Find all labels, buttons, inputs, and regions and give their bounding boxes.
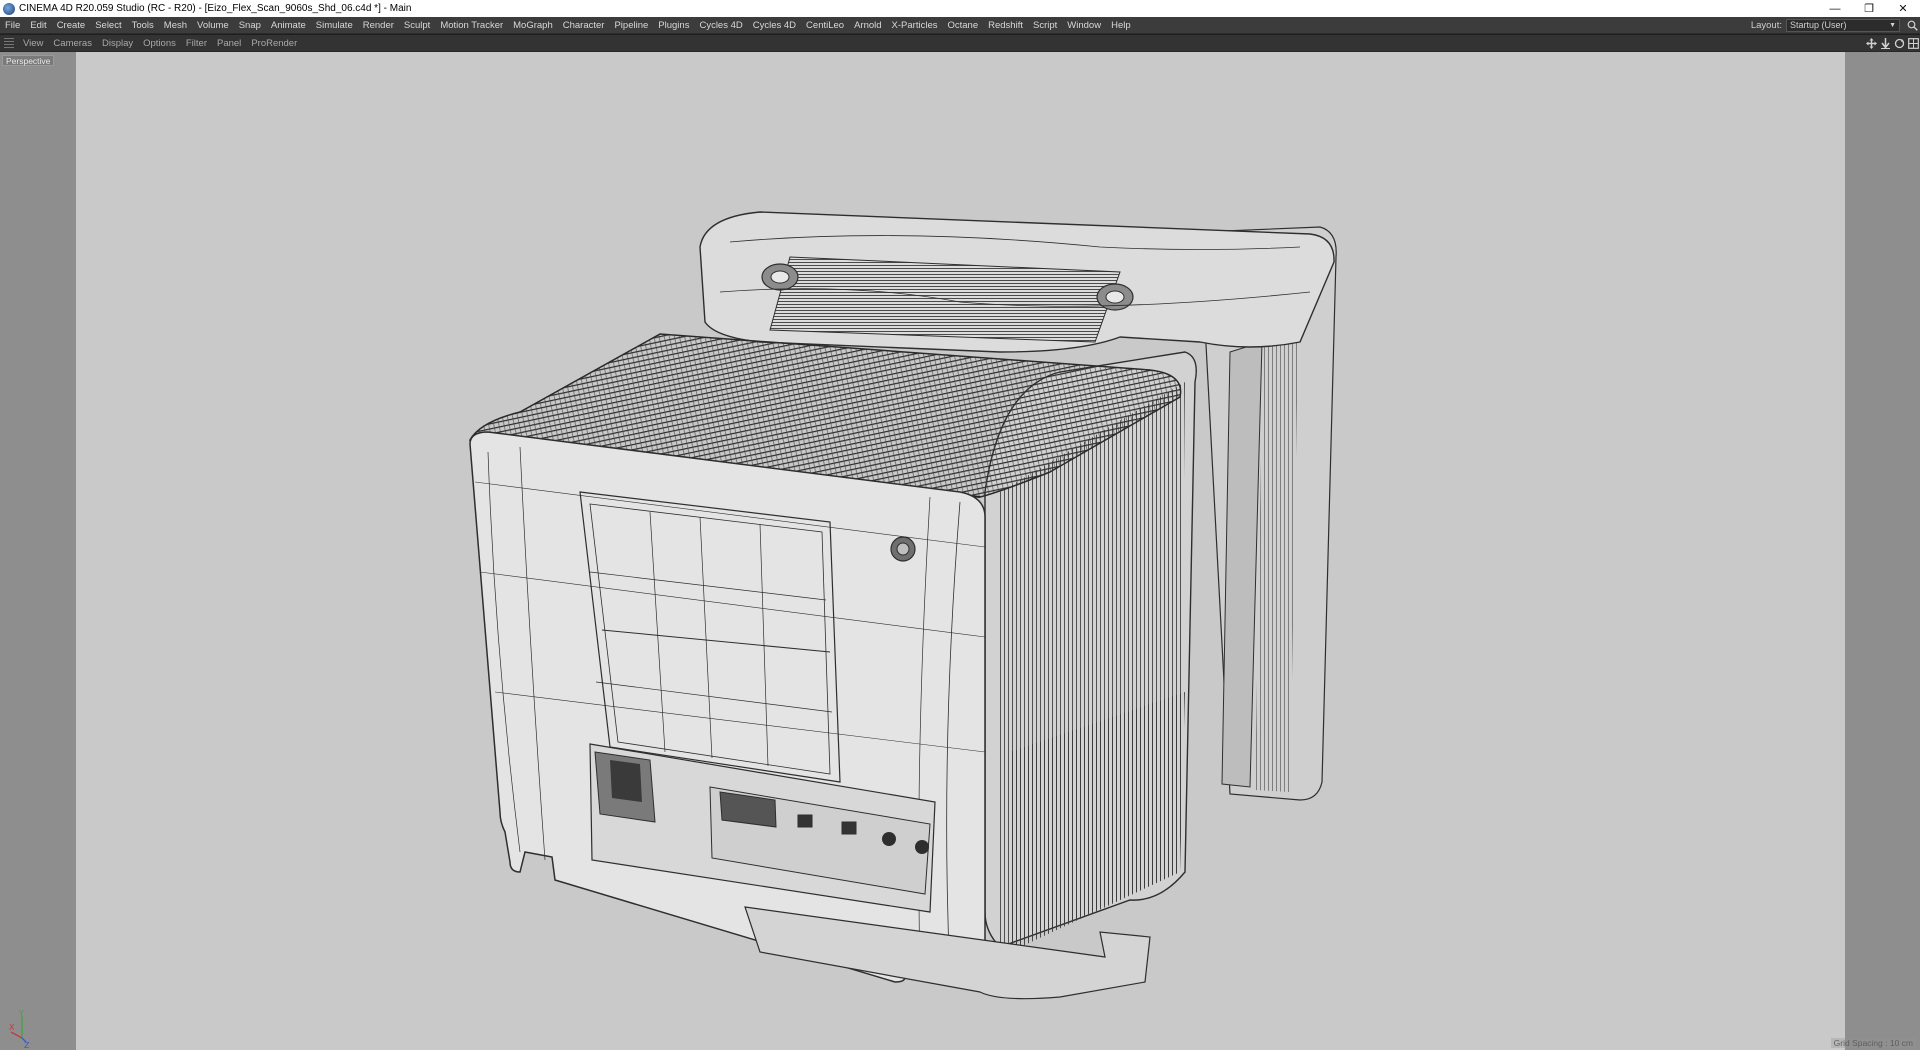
zoom-view-icon[interactable] — [1879, 37, 1891, 49]
cinema4d-app-icon — [3, 2, 15, 15]
menu-arnold[interactable]: Arnold — [849, 20, 886, 31]
menu-centileo[interactable]: CentiLeo — [801, 20, 849, 31]
crt-monitor-wireframe-model[interactable]: X Y Z — [0, 52, 1920, 1050]
layout-dropdown[interactable]: Startup (User) ▼ — [1786, 18, 1900, 32]
menu-simulate[interactable]: Simulate — [311, 20, 358, 31]
layout-label: Layout: — [1750, 19, 1782, 31]
panel-grip-icon[interactable] — [4, 37, 14, 49]
viewport-menu-prorender[interactable]: ProRender — [246, 38, 302, 49]
menu-snap[interactable]: Snap — [234, 20, 266, 31]
axis-y-label: Y — [18, 1009, 24, 1018]
minimize-button[interactable]: — — [1818, 0, 1852, 17]
main-menubar: File Edit Create Select Tools Mesh Volum… — [0, 17, 1920, 34]
menu-edit[interactable]: Edit — [25, 20, 51, 31]
menu-animate[interactable]: Animate — [266, 20, 311, 31]
window-title: CINEMA 4D R20.059 Studio (RC - R20) - [E… — [19, 3, 412, 14]
menu-create[interactable]: Create — [52, 20, 91, 31]
menu-select[interactable]: Select — [90, 20, 126, 31]
viewport-menu-view[interactable]: View — [18, 38, 48, 49]
menu-mograph[interactable]: MoGraph — [508, 20, 558, 31]
menu-script[interactable]: Script — [1028, 20, 1062, 31]
menu-cycles4d-2[interactable]: Cycles 4D — [748, 20, 801, 31]
move-view-icon[interactable] — [1865, 37, 1877, 49]
menu-help[interactable]: Help — [1106, 20, 1136, 31]
toggle-view-icon[interactable] — [1907, 37, 1919, 49]
layout-dropdown-value: Startup (User) — [1790, 20, 1847, 30]
search-icon[interactable] — [1904, 17, 1920, 33]
viewport-menubar: View Cameras Display Options Filter Pane… — [0, 35, 1920, 52]
menu-pipeline[interactable]: Pipeline — [609, 20, 653, 31]
restore-button[interactable]: ❐ — [1852, 0, 1886, 17]
menu-tools[interactable]: Tools — [127, 20, 159, 31]
camera-label[interactable]: Perspective — [2, 55, 55, 66]
menu-cycles4d-1[interactable]: Cycles 4D — [694, 20, 747, 31]
menu-octane[interactable]: Octane — [942, 20, 983, 31]
menu-file[interactable]: File — [0, 20, 25, 31]
title-bar: CINEMA 4D R20.059 Studio (RC - R20) - [E… — [0, 0, 1920, 17]
axis-z-label: Z — [24, 1041, 30, 1050]
menu-motion-tracker[interactable]: Motion Tracker — [435, 20, 508, 31]
menu-window[interactable]: Window — [1062, 20, 1106, 31]
chevron-down-icon: ▼ — [1889, 21, 1896, 29]
menu-character[interactable]: Character — [558, 20, 610, 31]
viewport-menu-panel[interactable]: Panel — [212, 38, 246, 49]
viewport-menu-options[interactable]: Options — [138, 38, 181, 49]
menu-render[interactable]: Render — [358, 20, 399, 31]
rotate-view-icon[interactable] — [1893, 37, 1905, 49]
grid-spacing-readout: Grid Spacing : 10 cm — [1830, 1038, 1916, 1048]
axis-x-label: X — [9, 1023, 15, 1032]
menu-x-particles[interactable]: X-Particles — [887, 20, 943, 31]
menu-redshift[interactable]: Redshift — [983, 20, 1028, 31]
axis-gizmo: X Y Z — [9, 1009, 30, 1050]
close-button[interactable]: ✕ — [1886, 0, 1920, 17]
menu-sculpt[interactable]: Sculpt — [399, 20, 435, 31]
viewport-menu-filter[interactable]: Filter — [181, 38, 212, 49]
menu-plugins[interactable]: Plugins — [653, 20, 694, 31]
crt-top-vent-housing — [699, 211, 1335, 353]
menu-volume[interactable]: Volume — [192, 20, 234, 31]
menu-mesh[interactable]: Mesh — [159, 20, 192, 31]
viewport-menu-cameras[interactable]: Cameras — [48, 38, 97, 49]
viewport-menu-display[interactable]: Display — [97, 38, 138, 49]
viewport[interactable]: X Y Z Perspective Grid Spacing : 10 cm — [0, 52, 1920, 1050]
